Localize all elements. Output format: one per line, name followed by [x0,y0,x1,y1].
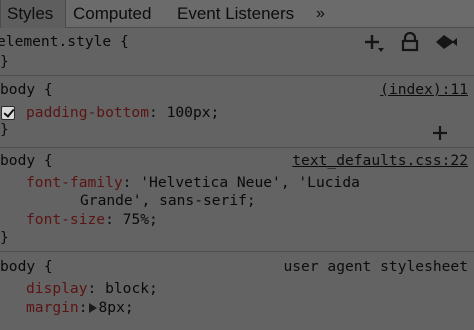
declaration-padding-bottom[interactable]: padding-bottom: 100px; [26,104,219,121]
property-name[interactable]: font-family [26,174,123,191]
more-tabs-chevron-icon[interactable]: » [310,0,331,28]
add-property-icon[interactable] [432,125,448,141]
rule-source-link[interactable]: (index):11 [380,81,468,98]
style-rule-body-text-defaults: body { text_defaults.css:22 font-family:… [0,148,474,252]
colon: : [78,299,88,316]
property-value[interactable]: 75%; [123,211,158,228]
rule-close-brace: } [0,229,9,246]
property-name[interactable]: display [26,280,88,297]
tab-event-listeners[interactable]: Event Listeners [171,0,300,28]
color-format-icon[interactable] [432,32,460,54]
rule-selector[interactable]: body { [0,152,53,169]
colon: : [122,174,132,191]
expand-triangle-icon[interactable] [88,303,97,313]
property-value-continuation[interactable]: Grande', sans-serif; [80,192,256,209]
property-value[interactable]: block; [105,280,158,297]
rule-close-brace: } [0,121,9,138]
declaration-margin[interactable]: margin: 8px; [26,299,134,316]
property-name[interactable]: padding-bottom [26,104,149,121]
property-value[interactable]: 8px; [99,299,134,316]
property-checkbox[interactable] [1,106,15,120]
style-rule-body-user-agent: body { user agent stylesheet display: bl… [0,252,474,330]
property-name[interactable]: font-size [26,211,105,228]
tab-computed[interactable]: Computed [67,0,157,28]
rule-selector[interactable]: element.style { [0,33,129,50]
colon: : [87,280,97,297]
element-state-icon[interactable] [400,32,420,54]
property-name[interactable]: margin [26,299,79,316]
rule-selector[interactable]: body { [0,81,53,98]
colon: : [105,211,114,228]
new-style-rule-icon[interactable] [362,32,386,54]
rule-source-link[interactable]: text_defaults.css:22 [292,152,468,169]
declaration-display[interactable]: display: block; [26,280,158,297]
tab-styles[interactable]: Styles [0,0,66,28]
colon: : [149,104,158,121]
rule-source-label: user agent stylesheet [283,258,468,275]
property-value[interactable]: 'Helvetica Neue', 'Lucida [140,174,360,191]
sidebar-tab-bar: Styles Computed Event Listeners » [0,0,474,28]
style-rule-element-style: element.style { } [0,28,474,76]
property-value[interactable]: 100px; [167,104,220,121]
declaration-font-size[interactable]: font-size: 75%; [26,211,158,228]
rule-close-brace: } [0,53,9,70]
declaration-font-family[interactable]: font-family: 'Helvetica Neue', 'Lucida [26,174,360,191]
rule-selector[interactable]: body { [0,258,53,275]
style-rule-body-index: body { (index):11 padding-bottom: 100px;… [0,76,474,148]
